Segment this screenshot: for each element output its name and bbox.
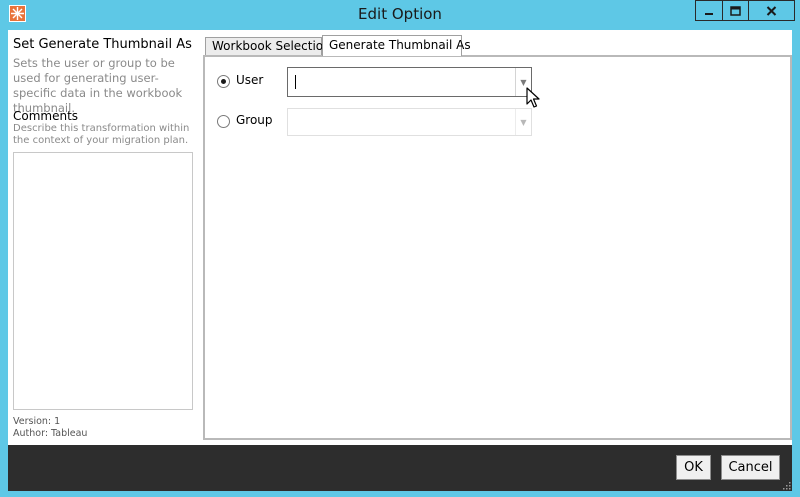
- ok-button[interactable]: OK: [676, 455, 711, 480]
- window-title: Edit Option: [358, 5, 442, 23]
- chevron-down-icon: ▼: [520, 77, 527, 87]
- text-caret: [295, 75, 296, 89]
- transformation-title: Set Generate Thumbnail As: [13, 37, 192, 52]
- comments-textarea[interactable]: [13, 152, 193, 410]
- edit-option-window: Edit Option Set Generate Thumbnail As Se…: [0, 0, 800, 497]
- user-radio[interactable]: [217, 75, 230, 88]
- tab-generate-thumbnail-as[interactable]: Generate Thumbnail As: [322, 35, 471, 56]
- minimize-button[interactable]: [695, 0, 722, 21]
- author-label: Author: Tableau: [13, 428, 88, 439]
- close-icon: [766, 5, 777, 16]
- group-radio-label[interactable]: Group: [236, 113, 273, 127]
- maximize-button[interactable]: [722, 0, 749, 21]
- maximize-icon: [730, 5, 741, 16]
- comments-description: Describe this transformation within the …: [13, 123, 190, 146]
- chevron-down-icon: ▼: [520, 117, 527, 127]
- user-radio-label[interactable]: User: [236, 73, 263, 87]
- dialog-footer: OK Cancel: [8, 445, 792, 491]
- close-button[interactable]: [749, 0, 795, 21]
- user-combobox[interactable]: ▼: [287, 67, 532, 97]
- tab-panel: User ▼ Group ▼: [203, 55, 792, 440]
- info-pane: Set Generate Thumbnail As Sets the user …: [8, 30, 201, 445]
- title-bar[interactable]: Edit Option: [0, 0, 800, 28]
- mouse-pointer-icon: [526, 87, 540, 108]
- tab-workbook-selection[interactable]: Workbook Selection: [205, 37, 331, 56]
- comments-label: Comments: [13, 109, 79, 123]
- group-dropdown-button[interactable]: ▼: [515, 109, 531, 135]
- version-label: Version: 1: [13, 416, 61, 427]
- cancel-button[interactable]: Cancel: [721, 455, 780, 480]
- transformation-description: Sets the user or group to be used for ge…: [13, 56, 183, 115]
- resize-grip-icon[interactable]: [781, 480, 791, 490]
- group-combobox[interactable]: ▼: [287, 108, 532, 136]
- group-radio[interactable]: [217, 115, 230, 128]
- dialog-content: Set Generate Thumbnail As Sets the user …: [8, 30, 792, 445]
- minimize-icon: [705, 12, 713, 15]
